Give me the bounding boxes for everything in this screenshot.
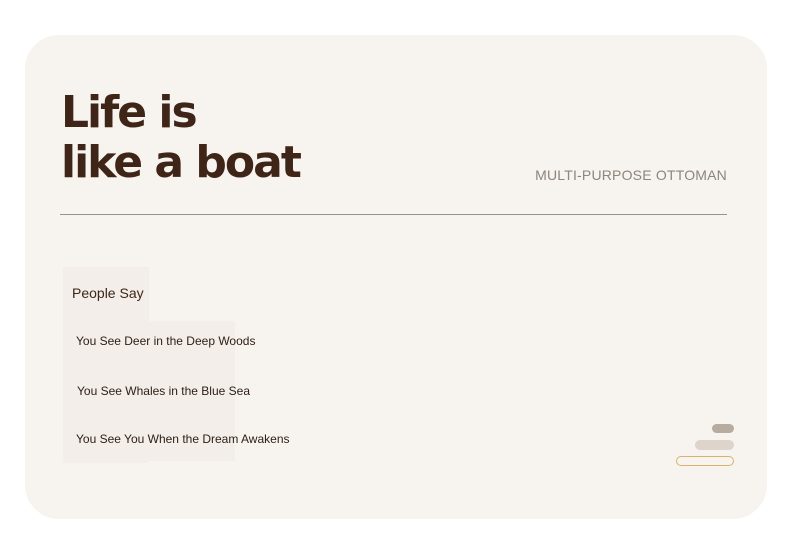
section-title: People Say — [72, 285, 144, 301]
quote-item: You See Whales in the Blue Sea — [77, 384, 251, 398]
quote-item: You See You When the Dream Awakens — [76, 432, 290, 446]
product-subtitle: MULTI-PURPOSE OTTOMAN — [535, 167, 727, 183]
headline-line-2: like a boat — [61, 137, 302, 188]
quote-item: You See Deer in the Deep Woods — [76, 334, 256, 348]
card: Life is like a boat MULTI-PURPOSE OTTOMA… — [25, 35, 767, 519]
pager-dot-1[interactable] — [712, 424, 734, 433]
headline: Life is like a boat — [61, 87, 302, 188]
pager-dot-2[interactable] — [695, 440, 734, 450]
headline-line-1: Life is — [61, 87, 198, 138]
pager-dot-3[interactable] — [676, 456, 734, 466]
divider — [60, 214, 727, 215]
